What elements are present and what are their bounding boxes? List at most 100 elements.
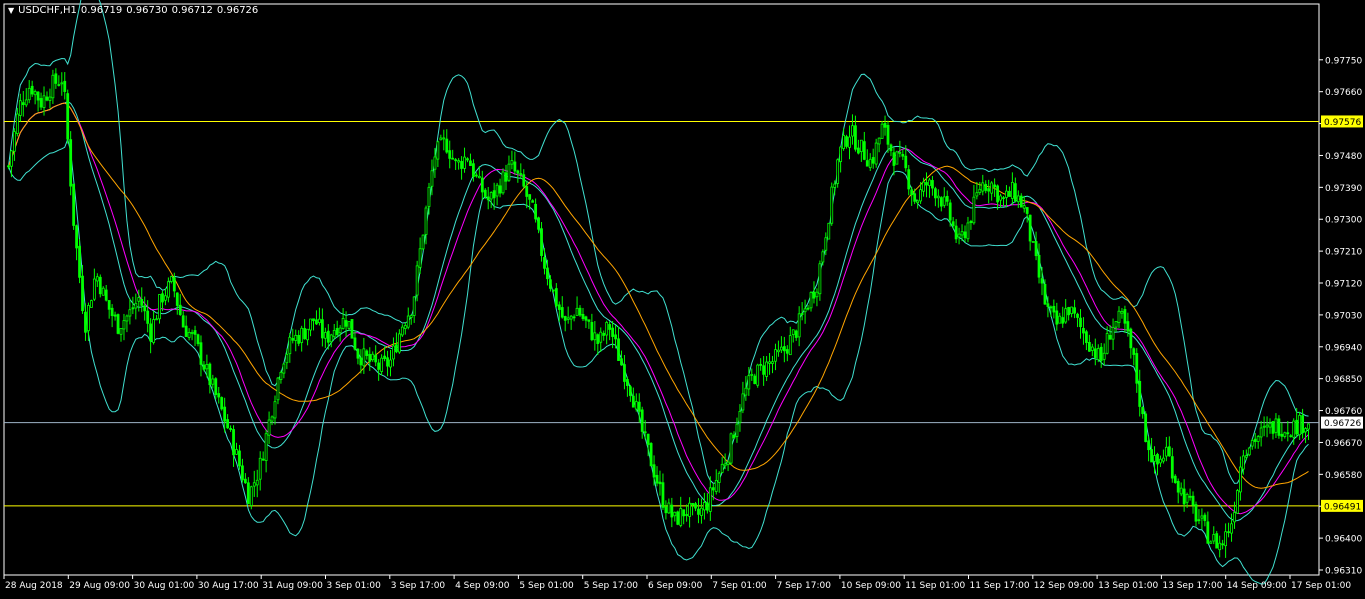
price-tick-label: 0.96580 xyxy=(1325,471,1362,481)
candle-body xyxy=(131,307,135,310)
candle-body xyxy=(1224,531,1228,547)
candle-body xyxy=(892,152,896,166)
price-axis[interactable]: 0.977500.976600.975700.974800.973900.973… xyxy=(1319,56,1363,577)
candle-body xyxy=(1167,446,1171,457)
candle-body xyxy=(928,179,931,186)
candle-body xyxy=(196,334,200,345)
candle-body xyxy=(1010,182,1014,199)
candle-body xyxy=(623,364,626,382)
candle-body xyxy=(877,137,881,145)
candle-body xyxy=(87,305,90,332)
candle-body xyxy=(809,292,813,309)
time-tick-label: 7 Sep 01:00 xyxy=(712,581,767,591)
candle-body xyxy=(569,315,573,320)
candle-body xyxy=(161,293,164,303)
candle-body xyxy=(143,305,147,312)
candle-body xyxy=(54,73,58,84)
candle-body xyxy=(620,358,623,366)
candle-body xyxy=(13,131,16,152)
candle-body xyxy=(1147,440,1151,451)
candle-body xyxy=(614,334,617,340)
candle-body xyxy=(563,316,567,321)
candle-body xyxy=(51,74,55,99)
candle-body xyxy=(1188,495,1192,498)
candle-body xyxy=(981,182,985,192)
candle-body xyxy=(226,419,230,429)
candle-body xyxy=(1173,475,1177,483)
candle-body xyxy=(119,328,123,335)
candle-body xyxy=(1307,423,1310,430)
candle-body xyxy=(418,248,422,268)
candle-body xyxy=(525,186,529,197)
candle-body xyxy=(901,154,905,157)
candle-body xyxy=(1037,254,1041,278)
candle-body xyxy=(1271,421,1275,434)
candle-body xyxy=(590,322,594,341)
candle-body xyxy=(1144,413,1148,442)
candle-body xyxy=(673,511,677,517)
candle-body xyxy=(107,300,111,310)
price-tick-label: 0.96940 xyxy=(1325,343,1362,353)
candle-body xyxy=(235,449,238,455)
price-tick-label: 0.97120 xyxy=(1325,280,1362,290)
candle-body xyxy=(1061,317,1065,324)
time-tick-label: 7 Sep 17:00 xyxy=(777,581,832,591)
candle-body xyxy=(821,251,825,263)
candle-body xyxy=(551,289,555,292)
candle-body xyxy=(312,318,315,322)
candle-body xyxy=(602,332,606,336)
candle-body xyxy=(45,96,49,101)
candle-body xyxy=(474,174,478,177)
candle-body xyxy=(771,361,774,364)
time-tick-label: 5 Sep 01:00 xyxy=(519,581,574,591)
candle-body xyxy=(717,472,721,483)
candle-body xyxy=(1280,433,1284,437)
chart-window[interactable]: 0.977500.976600.975700.974800.973900.973… xyxy=(0,0,1365,599)
candle-body xyxy=(557,304,561,310)
candle-body xyxy=(768,361,771,364)
candle-body xyxy=(1215,533,1219,549)
candle-body xyxy=(963,231,967,239)
price-chart[interactable]: 0.977500.976600.975700.974800.973900.973… xyxy=(0,0,1365,599)
candle-body xyxy=(954,225,958,240)
time-tick-label: 14 Sep 09:00 xyxy=(1227,581,1287,591)
candle-body xyxy=(92,278,96,300)
candle-body xyxy=(578,307,582,316)
chart-menu-triangle-icon[interactable]: ▼ xyxy=(8,6,14,15)
time-tick-label: 13 Sep 01:00 xyxy=(1098,581,1158,591)
candle-body xyxy=(238,450,241,467)
candle-body xyxy=(421,234,425,250)
candle-body xyxy=(261,458,265,461)
candle-body xyxy=(282,363,286,374)
candle-body xyxy=(682,509,686,517)
candle-body xyxy=(1129,328,1133,349)
candle-body xyxy=(516,170,520,174)
candle-body xyxy=(939,197,943,207)
price-tick-label: 0.97750 xyxy=(1325,56,1362,66)
candle-body xyxy=(353,337,357,350)
candle-body xyxy=(469,160,472,166)
candle-body xyxy=(1138,380,1142,407)
time-axis[interactable]: 28 Aug 2018 29 Aug 09:00 30 Aug 01:00 30 Au… xyxy=(3,575,1351,591)
candle-body xyxy=(797,313,801,338)
candle-body xyxy=(1117,310,1121,324)
candle-body xyxy=(229,428,232,430)
candle-body xyxy=(504,172,508,182)
candle-body xyxy=(152,319,155,343)
time-tick-label: 6 Sep 09:00 xyxy=(648,581,703,591)
candle-body xyxy=(1076,313,1079,318)
candle-body xyxy=(628,386,632,396)
candle-body xyxy=(137,297,141,302)
candle-body xyxy=(1070,306,1074,314)
candle-body xyxy=(661,482,665,508)
candle-body xyxy=(584,316,588,321)
candle-body xyxy=(916,200,920,204)
candle-body xyxy=(15,113,19,134)
candle-body xyxy=(688,502,691,517)
candle-body xyxy=(329,334,333,343)
candle-body xyxy=(338,327,342,334)
candle-body xyxy=(765,361,768,377)
high-price: 0.96730 xyxy=(126,5,168,16)
candle-body xyxy=(726,461,730,465)
candle-body xyxy=(833,183,837,188)
